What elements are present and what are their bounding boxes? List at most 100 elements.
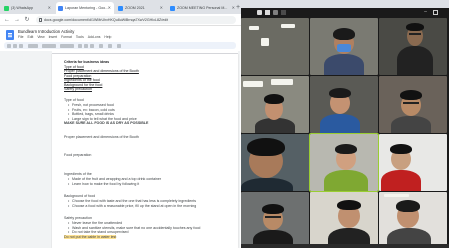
doc-line[interactable]: MAKE SURE ALL FOOD IS AS DRY AS POSSIBLE (64, 121, 148, 125)
participant-video-tile[interactable] (241, 134, 309, 191)
menu-format[interactable]: Format (61, 35, 72, 39)
participant-video-tile[interactable] (309, 133, 379, 192)
zoom-select[interactable] (28, 43, 38, 48)
participant-video-tile[interactable] (379, 76, 447, 133)
google-docs-logo-icon[interactable] (6, 30, 14, 40)
participant-body (255, 118, 295, 133)
participant-hair (400, 90, 422, 100)
participant-video-tile[interactable] (241, 192, 309, 248)
participant-hair (264, 94, 284, 104)
tab-whatsapp[interactable]: (3) WhatsApp ✕ (2, 2, 54, 14)
participant-video-tile[interactable] (310, 76, 378, 133)
doc-line[interactable]: Safety precaution (64, 87, 92, 91)
forward-icon[interactable]: → (13, 16, 21, 24)
menu-tools[interactable]: Tools (76, 35, 84, 39)
tab-zoom-meeting[interactable]: ZOOM MEETING Personal M... ✕ (168, 2, 238, 14)
participant-body (324, 170, 368, 191)
ceiling-light (243, 81, 263, 87)
participant-hair (333, 28, 355, 40)
font-select[interactable] (60, 43, 74, 48)
share-icon[interactable] (273, 10, 278, 15)
glasses (265, 216, 281, 218)
menu-addons[interactable]: Add-ons (88, 35, 101, 39)
menu-file[interactable]: File (18, 35, 23, 39)
doc-line[interactable]: Safety precaution (64, 216, 92, 220)
style-select[interactable] (42, 43, 56, 48)
menu-view[interactable]: View (37, 35, 44, 39)
participant-body (320, 114, 360, 133)
glasses (409, 33, 421, 35)
formatting-toolbar (4, 42, 236, 49)
list-icon[interactable] (117, 43, 121, 48)
document-page[interactable]: Criteria for business ideas Type of food P… (52, 54, 238, 248)
speaker-view-icon[interactable] (265, 10, 270, 15)
tab-label: ZOOM 2021 (125, 6, 145, 10)
minimize-icon[interactable]: – (423, 10, 428, 15)
face-mask (337, 44, 351, 52)
participant-video-tile[interactable] (379, 18, 447, 75)
participant-hair (335, 144, 357, 154)
participant-video-tile[interactable] (379, 192, 447, 248)
tab-label: Laporan Mentoring - Goo... (65, 6, 109, 10)
align-icon[interactable] (108, 43, 112, 48)
participant-video-tile[interactable] (379, 134, 447, 191)
tab-zoom-2021[interactable]: ZOOM 2021 ✕ (116, 2, 166, 14)
tab-label: ZOOM MEETING Personal M... (177, 6, 228, 10)
participant-body (391, 116, 431, 133)
doc-line[interactable]: Proper placement and dimensions of the B… (64, 135, 139, 139)
underline-icon[interactable] (90, 43, 94, 48)
undo-icon[interactable] (7, 43, 11, 48)
bullet-item[interactable]: Choose a food with a reasonable price, f… (68, 204, 196, 208)
windows-taskbar (241, 244, 449, 248)
tab-google-doc[interactable]: Laporan Mentoring - Goo... ✕ (56, 2, 114, 14)
bold-icon[interactable] (78, 43, 82, 48)
close-tab-icon[interactable]: ✕ (108, 2, 111, 14)
glasses (403, 102, 419, 104)
participant-video-tile[interactable] (241, 76, 309, 133)
ceiling-light (384, 194, 409, 197)
menu-insert[interactable]: Insert (49, 35, 57, 39)
redo-icon[interactable] (13, 43, 17, 48)
participant-video-tile[interactable] (310, 18, 378, 75)
zoom-view-controls (257, 10, 286, 15)
new-tab-button[interactable]: + (236, 2, 240, 13)
participant-hair (329, 88, 351, 98)
close-tab-icon[interactable]: ✕ (160, 2, 163, 14)
close-tab-icon[interactable]: ✕ (48, 2, 51, 14)
record-icon[interactable] (281, 10, 286, 15)
close-tab-icon[interactable]: ✕ (232, 2, 235, 14)
doc-line[interactable]: Ingredients of the (64, 172, 92, 176)
link-icon[interactable] (99, 43, 103, 48)
participant-body (324, 54, 364, 75)
zoom-favicon-icon (118, 5, 123, 11)
google-docs-favicon-icon (58, 5, 63, 11)
ceiling-light (281, 24, 295, 28)
participant-body (397, 46, 433, 75)
menu-edit[interactable]: Edit (27, 35, 33, 39)
tab-label: (3) WhatsApp (11, 6, 33, 10)
docs-menu-bar: File Edit View Insert Format Tools Add-o… (18, 35, 111, 39)
reload-icon[interactable]: ↻ (23, 16, 31, 24)
doc-line[interactable]: Food preparation (64, 153, 91, 157)
print-icon[interactable] (19, 43, 23, 48)
participant-hair (337, 200, 361, 210)
address-bar[interactable]: docs.google.com/document/d/1WMrUhxHKQu8u… (36, 16, 236, 24)
doc-line[interactable]: Do not put the cable in water lest (64, 234, 117, 239)
doc-line[interactable]: Background of food (64, 194, 95, 198)
participant-video-tile[interactable] (310, 192, 378, 248)
participant-video-tile[interactable] (241, 18, 309, 75)
whatsapp-favicon-icon (4, 5, 9, 11)
back-icon[interactable]: ← (3, 16, 11, 24)
docs-header: Bundlearn Introduction Activity File Edi… (0, 27, 240, 51)
gallery-view-icon[interactable] (257, 10, 262, 15)
maximize-icon[interactable] (433, 10, 438, 15)
doc-line[interactable]: Type of food (64, 98, 84, 102)
participant-hair (406, 23, 424, 31)
zoom-favicon-icon (170, 5, 175, 11)
bullet-item[interactable]: Learn how to make the food by following … (68, 182, 139, 186)
menu-help[interactable]: Help (104, 35, 111, 39)
italic-icon[interactable] (84, 43, 88, 48)
ceiling-light (249, 26, 259, 30)
lock-icon (38, 18, 42, 22)
document-title[interactable]: Bundlearn Introduction Activity (18, 29, 74, 34)
